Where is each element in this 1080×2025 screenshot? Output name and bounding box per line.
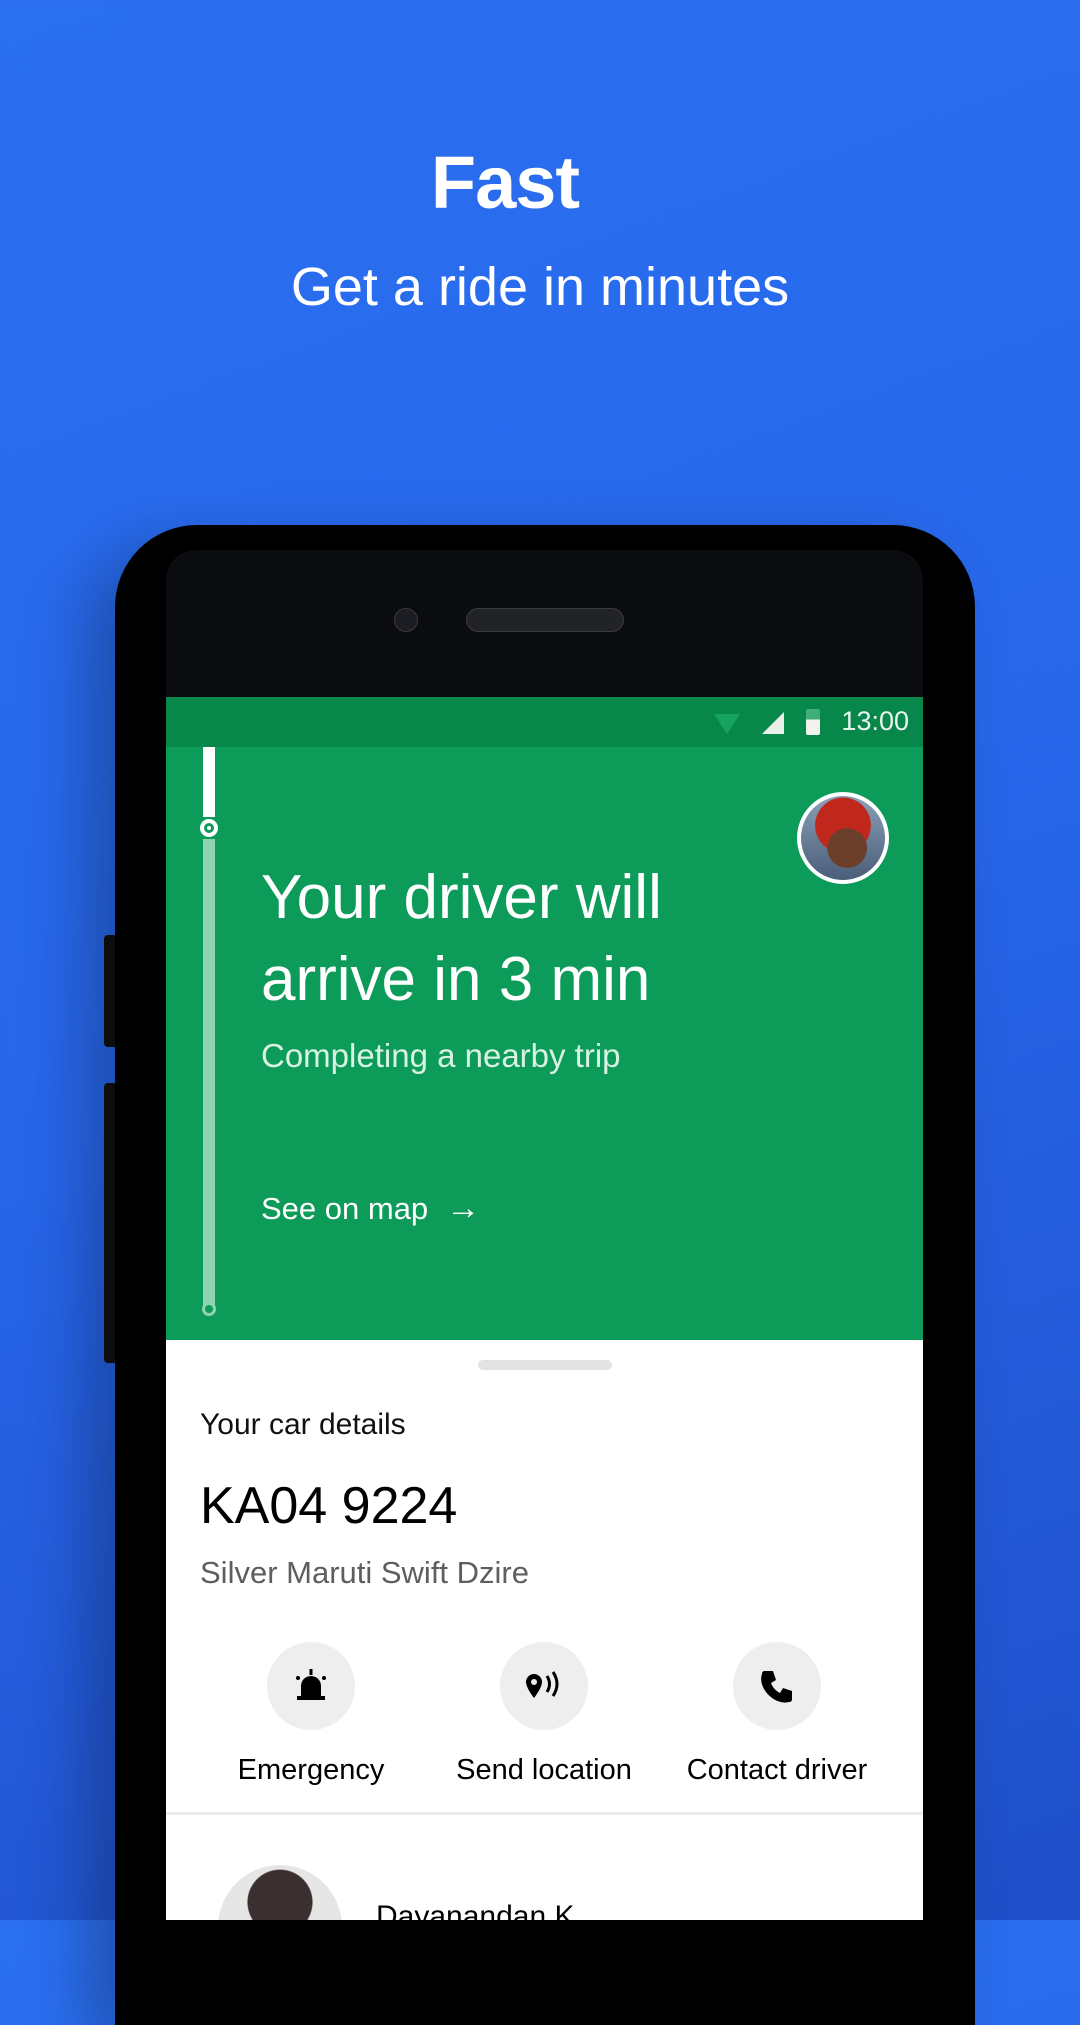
siren-icon <box>296 1669 326 1700</box>
contact-driver-label: Contact driver <box>686 1754 868 1786</box>
arrow-right-icon: → <box>446 1189 481 1227</box>
promo-title: Fast <box>430 141 580 224</box>
drag-handle[interactable] <box>478 1360 612 1370</box>
front-camera <box>394 608 418 632</box>
car-model: Silver Maruti Swift Dzire <box>200 1555 529 1590</box>
status-bar: 13:00 <box>166 697 923 747</box>
trip-status-card: Your driver will arrive in 3 min Complet… <box>166 747 923 1340</box>
phone-icon <box>761 1671 792 1703</box>
contact-driver-icon-circle <box>733 1642 821 1730</box>
progress-track-remaining <box>203 839 215 1309</box>
contact-driver-button[interactable]: Contact driver <box>662 1642 892 1787</box>
arrival-headline: Your driver will arrive in 3 min <box>261 863 662 1014</box>
progress-end-node <box>202 1302 216 1316</box>
emergency-button[interactable]: Emergency <box>196 1642 426 1787</box>
battery-icon <box>806 709 820 735</box>
emergency-icon-circle <box>267 1642 355 1730</box>
send-location-button[interactable]: Send location <box>429 1642 659 1787</box>
bottom-sheet: Your car details KA04 9224 Silver Maruti… <box>166 1340 923 1920</box>
see-on-map-label: See on map <box>261 1190 429 1226</box>
license-plate: KA04 9224 <box>200 1477 458 1535</box>
wifi-icon <box>714 714 740 734</box>
see-on-map-link[interactable]: See on map → <box>261 1189 480 1228</box>
phone-screen: 13:00 Your driver will arrive in 3 min C… <box>166 697 923 1920</box>
send-location-icon-circle <box>500 1642 588 1730</box>
progress-track-complete <box>203 747 215 817</box>
car-details-label: Your car details <box>200 1408 406 1441</box>
driver-info-row[interactable]: Dayanandan K. <box>166 1815 923 1920</box>
status-time: 13:00 <box>841 706 909 736</box>
arrival-subtitle: Completing a nearby trip <box>261 1037 621 1074</box>
send-location-label: Send location <box>456 1754 632 1786</box>
cell-signal-icon <box>762 712 784 734</box>
emergency-label: Emergency <box>237 1754 385 1786</box>
progress-node <box>200 819 218 837</box>
driver-name: Dayanandan K. <box>376 1900 583 1920</box>
promo-subtitle: Get a ride in minutes <box>290 257 790 317</box>
driver-photo <box>218 1865 342 1920</box>
location-share-icon <box>526 1671 559 1698</box>
earpiece-speaker <box>466 608 624 632</box>
